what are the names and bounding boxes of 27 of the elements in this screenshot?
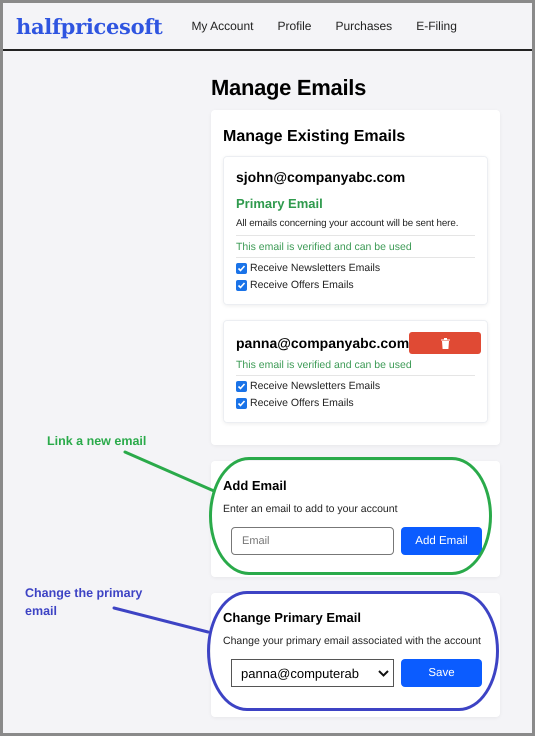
- verified-status: This email is verified and can be used: [236, 236, 475, 258]
- nav-link[interactable]: My Account: [191, 19, 254, 33]
- email-input-field[interactable]: Email: [231, 527, 394, 555]
- section-title: Add Email: [223, 478, 288, 494]
- section-description: Enter an email to add to your account: [223, 502, 399, 516]
- primary-email-label: Primary Email: [236, 196, 324, 212]
- save-button[interactable]: Save: [401, 659, 482, 687]
- email-dropdown[interactable]: panna@computerab: [231, 659, 394, 687]
- checkbox-label: Receive Offers Emails: [250, 396, 354, 410]
- section-title: Manage Existing Emails: [223, 127, 406, 147]
- annotation-label: Link a new email: [47, 433, 146, 450]
- section-description: Change your primary email associated with the account: [223, 634, 482, 648]
- email-address: panna@companyabc.com: [236, 334, 410, 352]
- add-email-button[interactable]: Add Email: [401, 527, 482, 555]
- logo[interactable]: halfpricesoft: [16, 14, 162, 38]
- verified-status: This email is verified and can be used: [236, 354, 475, 376]
- section-title: Change Primary Email: [223, 610, 362, 626]
- nav-link[interactable]: E-Filing: [416, 19, 457, 33]
- nav-link[interactable]: Purchases: [335, 19, 392, 33]
- page-title: Manage Emails: [211, 75, 368, 101]
- checkbox-label: Receive Newsletters Emails: [250, 261, 380, 275]
- nav-link[interactable]: Profile: [277, 19, 312, 33]
- checkbox-label: Receive Newsletters Emails: [250, 379, 380, 393]
- annotation-label: Change the primary email: [25, 585, 144, 620]
- email-address: sjohn@companyabc.com: [236, 168, 406, 186]
- checkbox-label: Receive Offers Emails: [250, 278, 354, 292]
- primary-email-note: All emails concerning your account will be sent here.: [236, 217, 475, 236]
